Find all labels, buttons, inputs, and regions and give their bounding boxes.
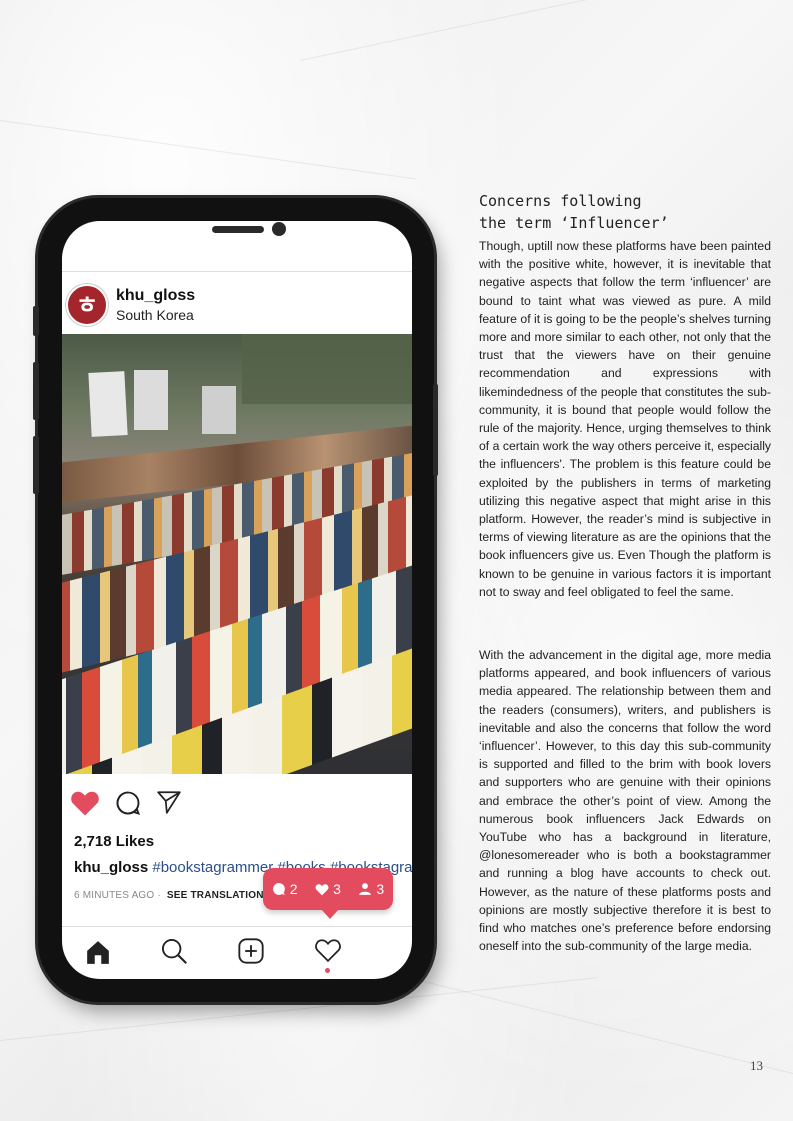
paper-crease: [0, 120, 416, 180]
home-icon[interactable]: [85, 939, 111, 965]
separator-dot: ·: [157, 890, 161, 901]
notif-comments-count: 2: [289, 881, 298, 897]
notif-followers-count: 3: [376, 881, 385, 897]
photo-sign: [134, 370, 168, 430]
notif-followers: 3: [358, 881, 384, 897]
post-timestamp: 6 MINUTES AGO · SEE TRANSLATION: [74, 890, 264, 901]
post-actions: [62, 789, 412, 829]
phone-side-button: [33, 362, 39, 420]
caption-username[interactable]: khu_gloss: [74, 859, 148, 876]
post-location[interactable]: South Korea: [116, 307, 194, 323]
likes-count[interactable]: 2,718 Likes: [74, 833, 154, 850]
notif-comments: 2: [272, 881, 298, 897]
comment-icon[interactable]: [114, 789, 142, 817]
share-icon[interactable]: [156, 789, 182, 815]
phone-screen: ㅎ khu_gloss South Korea 2,718 Likes khu_…: [62, 221, 412, 979]
activity-notification[interactable]: 2 3 3: [263, 868, 393, 919]
heart-small-icon: [315, 883, 329, 895]
article-paragraph-1: Though, uptill now these platforms have …: [479, 239, 771, 599]
notif-likes: 3: [315, 881, 341, 897]
add-icon[interactable]: [237, 937, 265, 965]
post-header: ㅎ khu_gloss South Korea: [62, 271, 412, 334]
photo-sign: [202, 386, 236, 434]
page-number: 13: [750, 1058, 763, 1073]
paper-crease: [419, 980, 793, 1078]
photo-foliage: [242, 334, 412, 404]
avatar[interactable]: ㅎ: [66, 284, 108, 326]
person-icon: [359, 883, 372, 895]
phone-side-button: [33, 306, 39, 336]
phone-camera: [272, 222, 286, 236]
comment-bubble-icon: [272, 883, 285, 895]
phone-side-button: [33, 436, 39, 494]
see-translation-link[interactable]: SEE TRANSLATION: [167, 890, 264, 901]
activity-indicator-dot: [325, 968, 330, 973]
post-photo: [62, 334, 412, 774]
notif-likes-count: 3: [333, 881, 341, 897]
post-username[interactable]: khu_gloss: [116, 287, 195, 305]
photo-sign: [88, 371, 128, 437]
search-icon[interactable]: [160, 937, 188, 965]
timestamp-text: 6 MINUTES AGO: [74, 890, 155, 901]
phone-power-button: [433, 384, 438, 476]
activity-heart-icon[interactable]: [315, 938, 341, 962]
bottom-nav: [62, 926, 412, 979]
phone-speaker: [212, 226, 264, 233]
article-paragraph-2: With the advancement in the digital age,…: [479, 648, 771, 954]
heading-line-2: the term ‘Influencer’: [479, 214, 669, 232]
heart-icon[interactable]: [70, 789, 100, 817]
article-heading: Concerns following the term ‘Influencer’: [479, 190, 779, 234]
paper-crease: [300, 0, 790, 61]
heading-line-1: Concerns following: [479, 192, 642, 210]
